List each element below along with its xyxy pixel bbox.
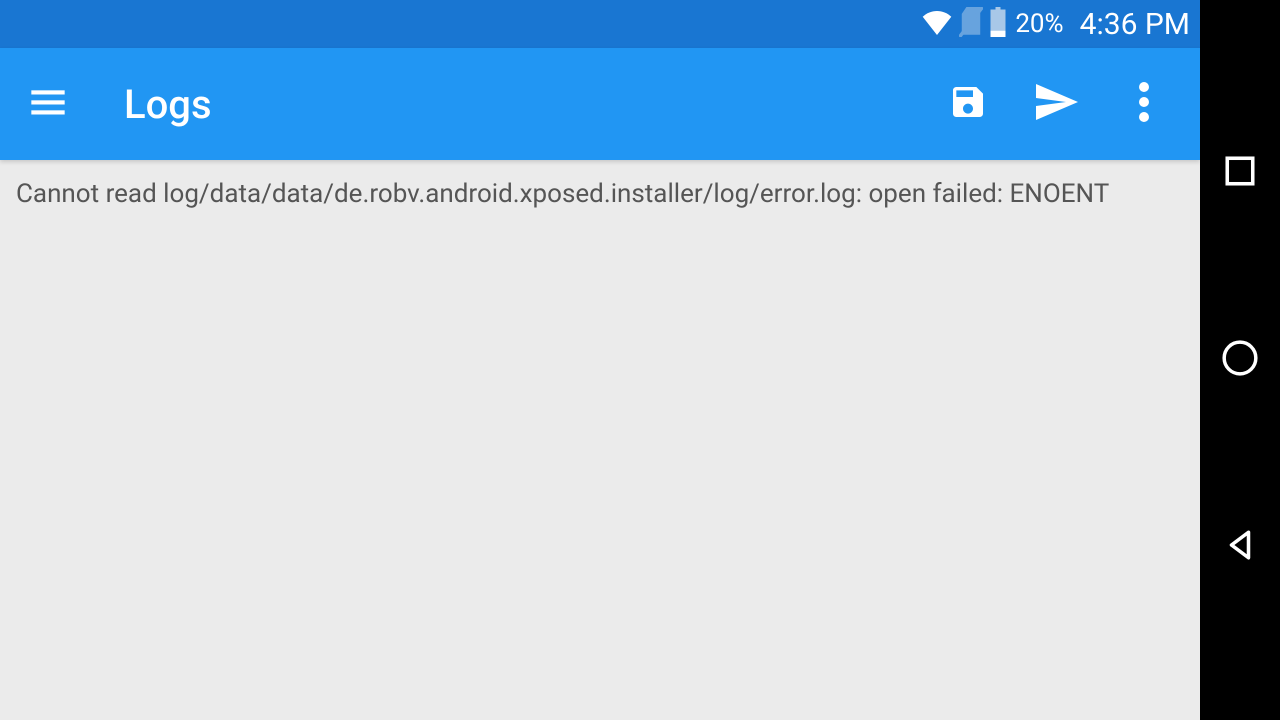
send-button[interactable] <box>1028 76 1084 132</box>
recent-apps-button[interactable] <box>1216 149 1264 197</box>
home-button[interactable] <box>1216 336 1264 384</box>
device-screen: 20% 4:36 PM Logs <box>0 0 1200 720</box>
status-icons: 20% 4:36 PM <box>921 7 1190 42</box>
send-icon <box>1032 78 1080 130</box>
navigation-bar <box>1200 0 1280 720</box>
battery-icon <box>989 7 1007 41</box>
save-button[interactable] <box>940 76 996 132</box>
appbar-actions <box>940 76 1172 132</box>
save-icon <box>948 82 988 126</box>
status-clock: 4:36 PM <box>1080 7 1190 42</box>
overflow-menu-button[interactable] <box>1116 76 1172 132</box>
square-icon <box>1223 154 1257 192</box>
log-content-area[interactable]: Cannot read log/data/data/de.robv.androi… <box>0 160 1200 720</box>
back-triangle-icon <box>1223 528 1257 566</box>
hamburger-icon <box>28 82 68 126</box>
back-button[interactable] <box>1216 523 1264 571</box>
app-bar: Logs <box>0 48 1200 160</box>
circle-icon <box>1221 339 1259 381</box>
log-error-message: Cannot read log/data/data/de.robv.androi… <box>16 176 1184 212</box>
status-bar: 20% 4:36 PM <box>0 0 1200 48</box>
wifi-icon <box>921 9 953 39</box>
page-title: Logs <box>124 81 940 128</box>
no-sim-icon <box>959 7 983 41</box>
more-vert-icon <box>1138 82 1150 126</box>
battery-percent: 20% <box>1015 9 1063 39</box>
menu-button[interactable] <box>20 76 76 132</box>
